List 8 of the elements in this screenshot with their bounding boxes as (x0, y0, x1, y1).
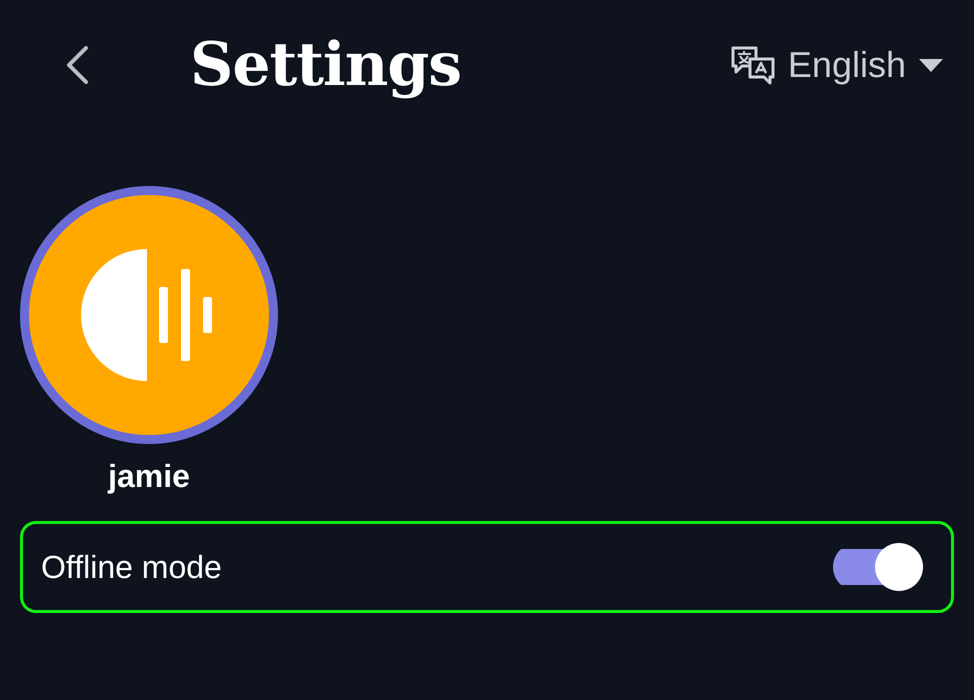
dropdown-caret-icon (918, 57, 944, 73)
language-dropdown[interactable]: English (730, 44, 944, 86)
page-title: Settings (190, 30, 462, 100)
user-name: jamie (108, 458, 190, 495)
translate-icon (730, 45, 776, 85)
setting-label: Offline mode (41, 548, 222, 586)
back-chevron-icon (64, 45, 90, 85)
back-button[interactable] (64, 45, 90, 85)
